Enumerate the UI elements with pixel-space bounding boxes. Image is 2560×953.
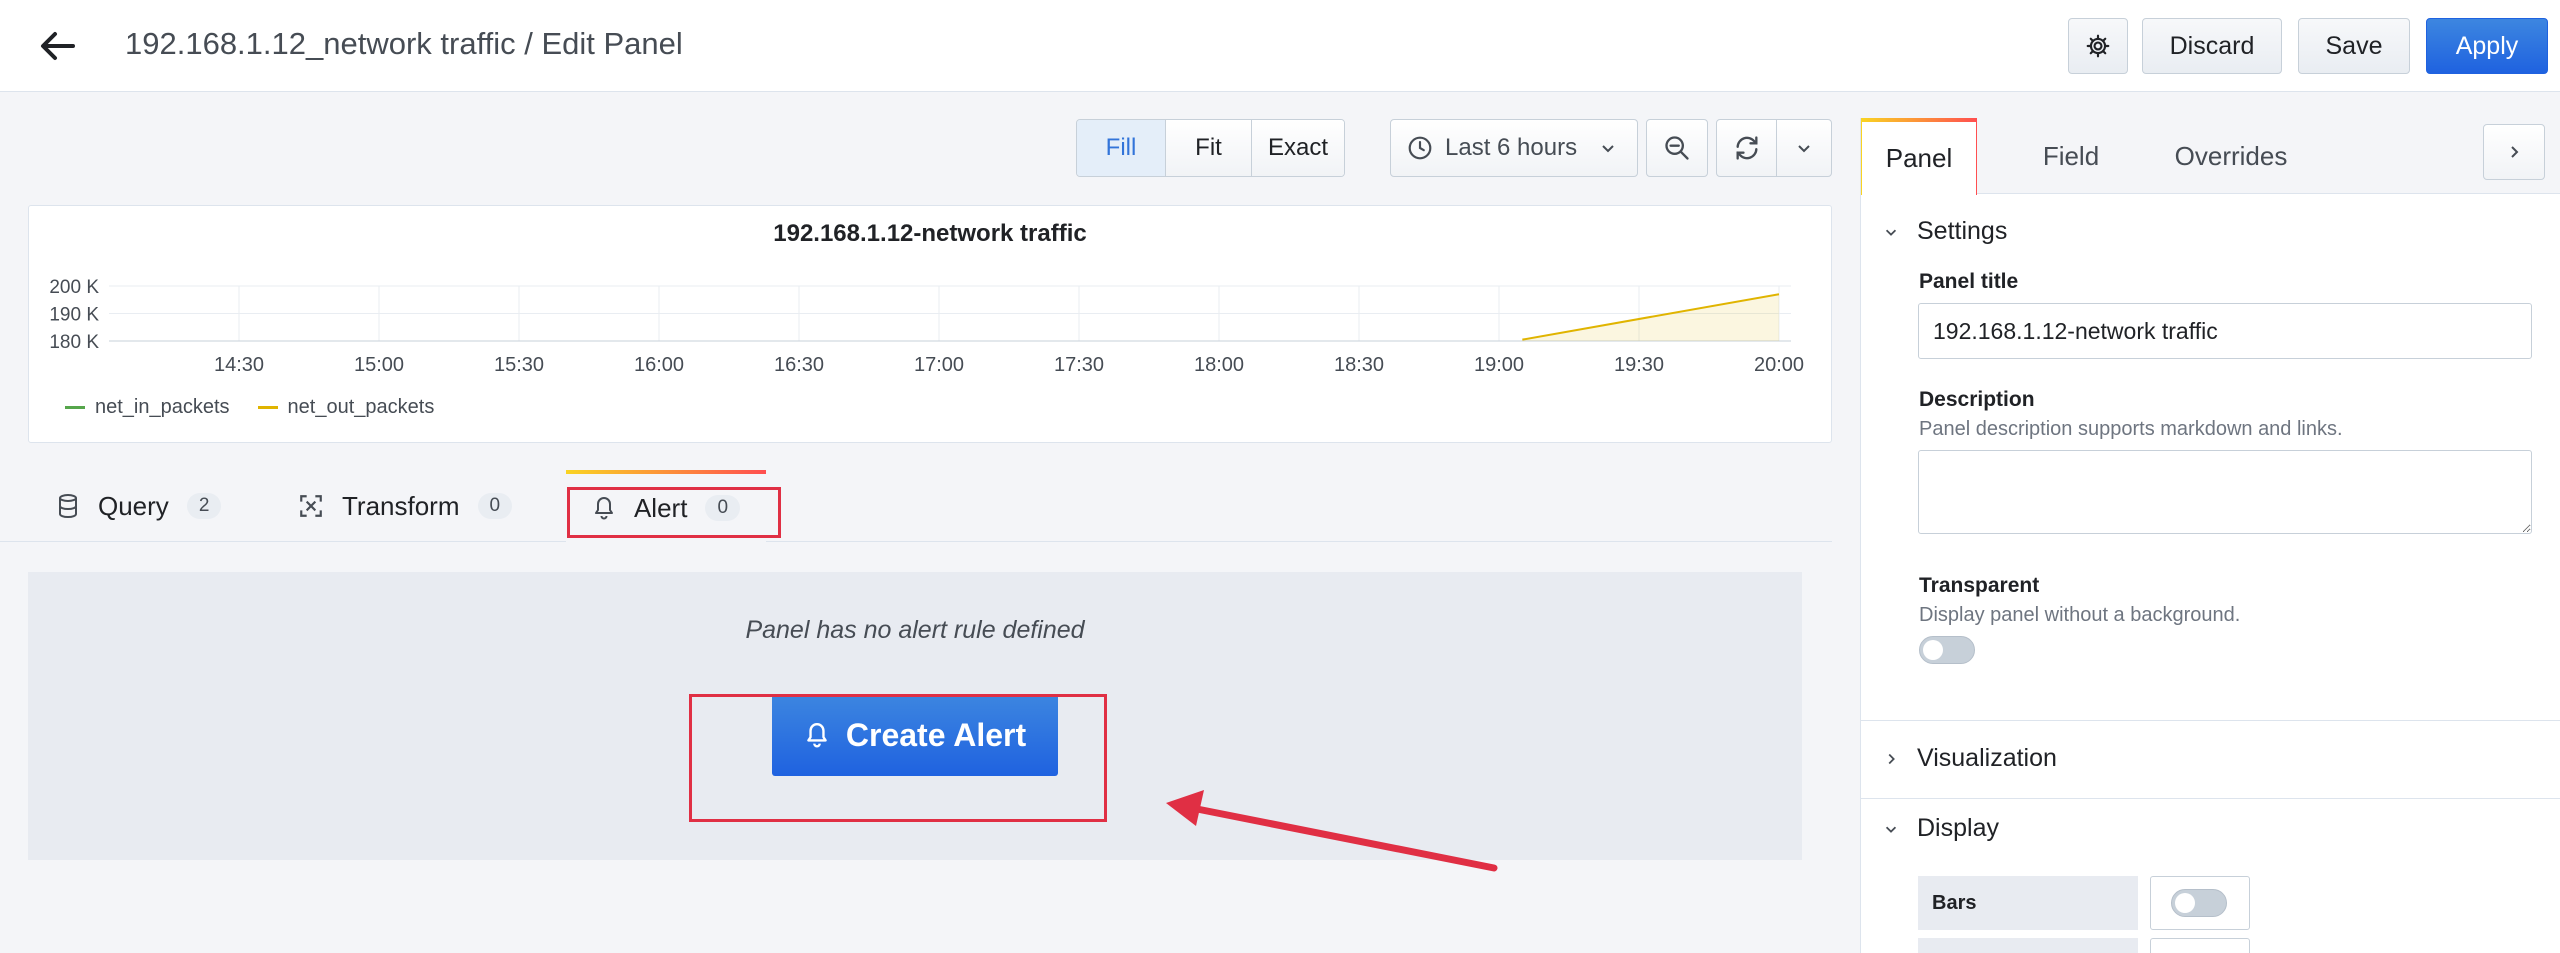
settings-section-header[interactable]: Settings [1883,217,2007,246]
chevron-down-icon [1885,229,1897,236]
panel-title-input[interactable] [1918,303,2532,359]
section-divider [1861,720,2560,721]
section-title: Display [1917,814,1999,842]
tab-panel[interactable]: Panel [1861,118,1977,195]
collapse-options-button[interactable] [2483,124,2545,180]
toggle-knob [1923,640,1943,660]
tab-overrides[interactable]: Overrides [2151,118,2311,194]
visualization-section-header[interactable]: Visualization [1883,744,2057,773]
options-tabs: Panel Field Overrides [1861,118,2560,195]
display-section-header[interactable]: Display [1883,814,1999,843]
description-label: Description [1919,388,2035,411]
transparent-label: Transparent [1919,574,2040,597]
options-pane: Panel Field Overrides Settings Panel tit… [1860,118,2560,953]
section-divider [1861,798,2560,799]
bars-toggle[interactable] [2171,889,2227,917]
transparent-hint: Display panel without a background. [1919,604,2241,626]
description-hint: Panel description supports markdown and … [1919,418,2343,440]
chevron-right-icon [2511,146,2519,158]
section-title: Settings [1917,217,2008,245]
chevron-right-icon [1888,753,1895,764]
panel-title-label: Panel title [1919,270,2019,293]
tab-field[interactable]: Field [2013,118,2129,194]
next-option-value [2150,938,2250,953]
transparent-toggle[interactable] [1919,636,1975,664]
description-textarea[interactable] [1918,450,2532,534]
toggle-knob [2175,893,2195,913]
chevron-down-icon [1885,826,1897,833]
bars-option-label: Bars [1918,876,2138,930]
bars-option-value [2150,876,2250,930]
next-option-label [1918,938,2138,953]
section-title: Visualization [1917,744,2057,772]
